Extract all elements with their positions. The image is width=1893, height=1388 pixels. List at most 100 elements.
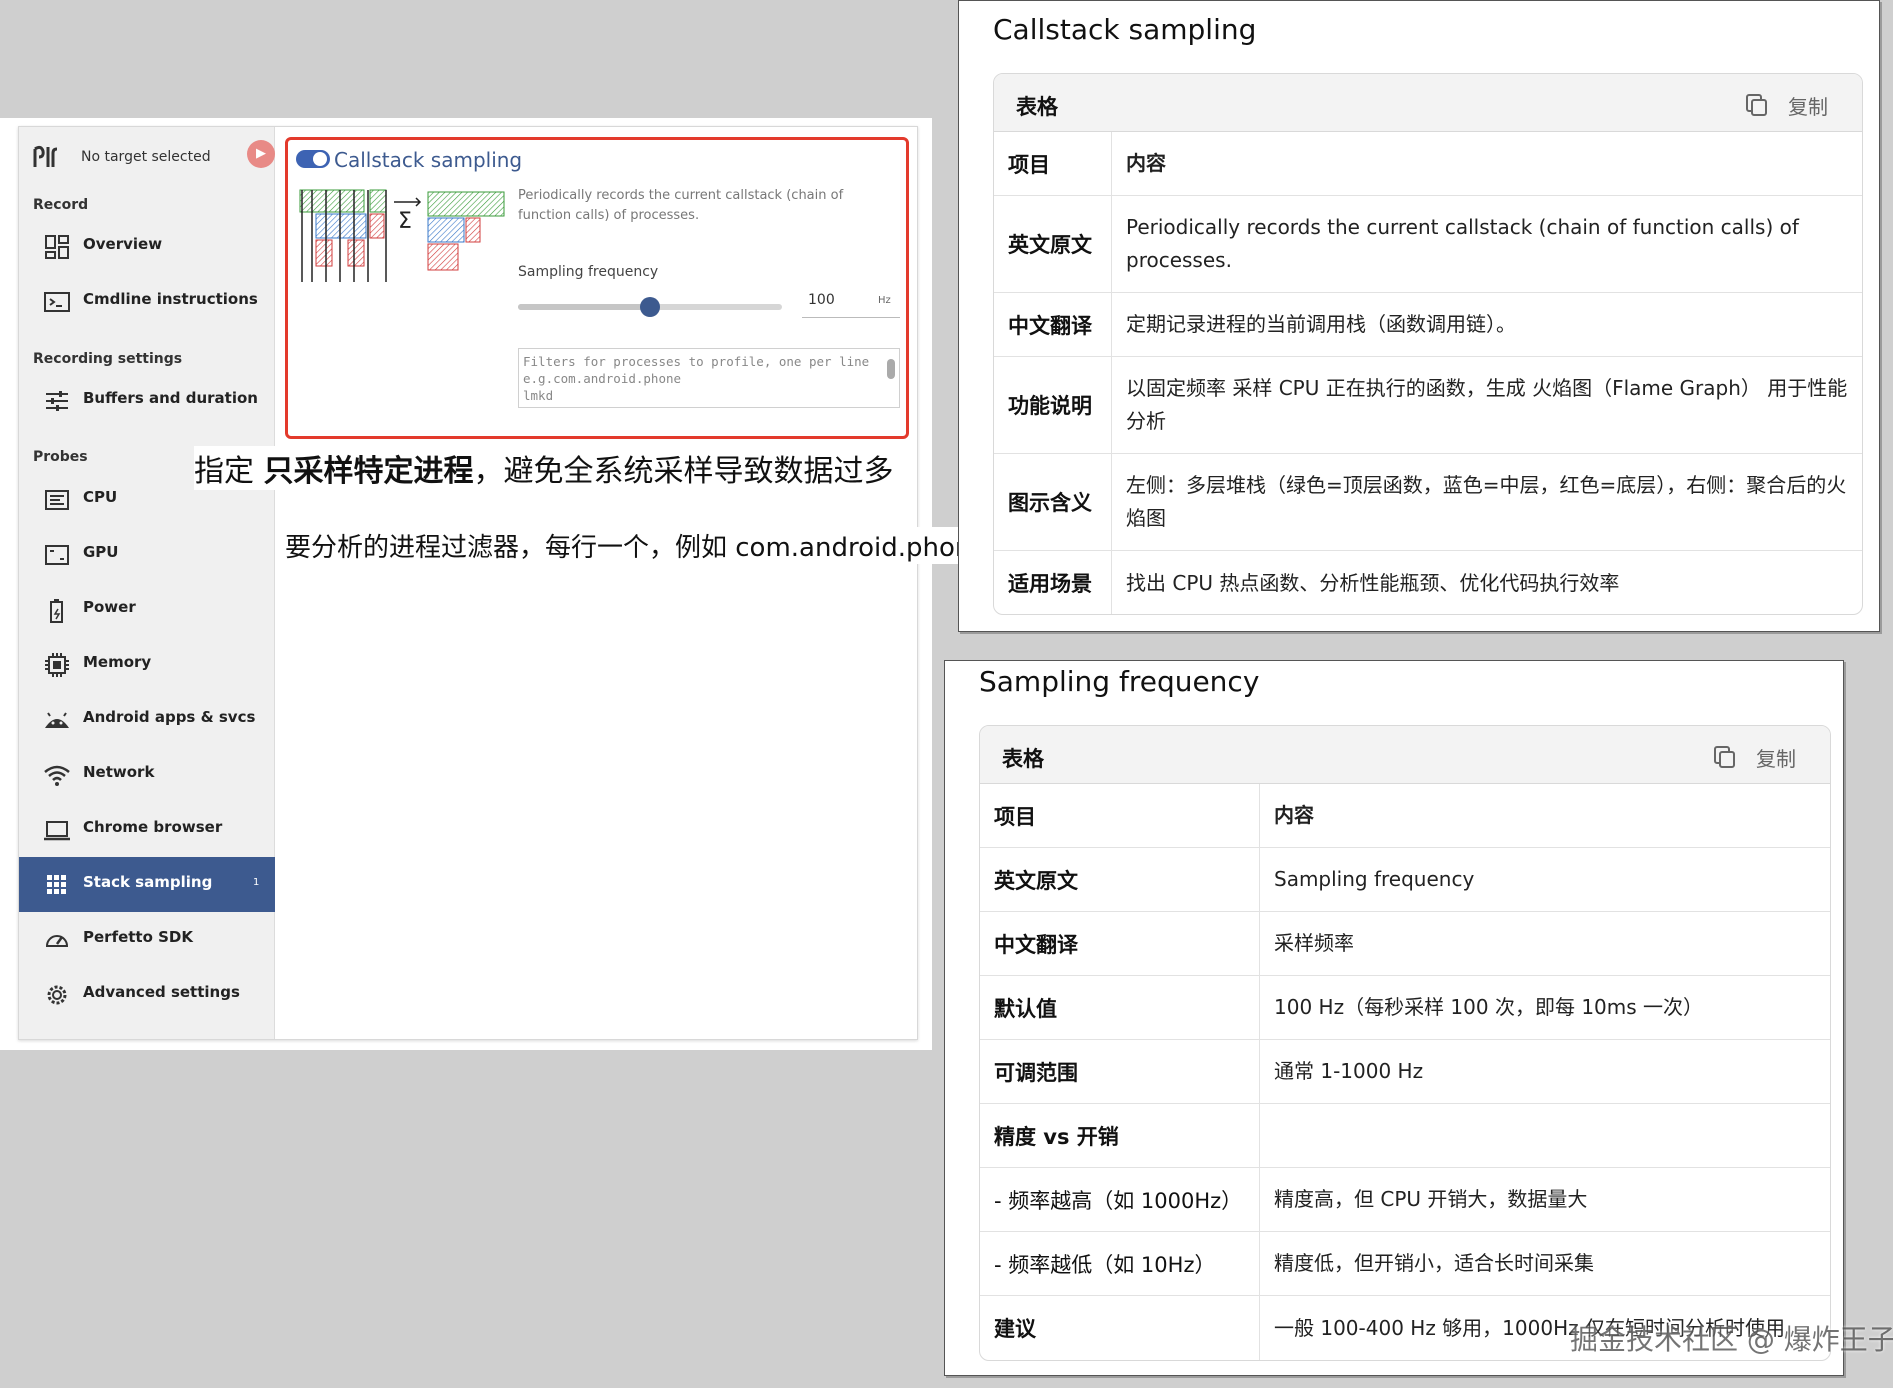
annotation-prefix: 指定 [194, 454, 264, 489]
slider-thumb[interactable] [640, 297, 660, 317]
table-cell-item: 英文原文 [994, 196, 1112, 292]
copy-button[interactable]: 复制 [1756, 743, 1796, 772]
sidebar-item-label: Chrome browser [83, 818, 223, 836]
sidebar-item-label: Network [83, 763, 155, 781]
table-row: 功能说明 以固定频率 采样 CPU 正在执行的函数，生成 火焰图（Flame Gr… [994, 357, 1862, 454]
table-cell-item: - 频率越高（如 1000Hz） [980, 1168, 1260, 1231]
table-cell-item: 项目 [980, 784, 1260, 847]
callstack-illustration: Σ [299, 189, 505, 282]
sidebar: No target selected ▶ Record Overview Cmd… [19, 127, 275, 1039]
annotation-suffix: ，避免全系统采样导致数据过多 [473, 454, 894, 489]
perfetto-window: No target selected ▶ Record Overview Cmd… [0, 118, 988, 1050]
sidebar-item-memory[interactable]: Memory [19, 637, 275, 692]
table-cell-item: 功能说明 [994, 357, 1112, 453]
sidebar-item-label: GPU [83, 543, 119, 561]
probe-description: Periodically records the current callsta… [518, 188, 844, 223]
sidebar-item-advanced[interactable]: Advanced settings [19, 967, 275, 1022]
table-cell-content: 内容 [1126, 151, 1166, 175]
table-cell-content: 定期记录进程的当前调用栈（函数调用链）。 [1126, 312, 1516, 336]
table-row: 图示含义 左侧：多层堆栈（绿色=顶层函数，蓝色=中层，红色=底层），右侧：聚合后的… [994, 454, 1862, 551]
panel-title: Sampling frequency [979, 665, 1260, 698]
sidebar-item-label: Advanced settings [83, 983, 240, 1001]
translation-table: 表格 复制 项目 内容 英文原文 Periodically records the c… [993, 73, 1863, 615]
sidebar-item-label: Stack sampling [83, 873, 213, 891]
table-row: 可调范围 通常 1-1000 Hz [980, 1040, 1830, 1104]
copy-button[interactable]: 复制 [1788, 91, 1828, 120]
probe-title: Callstack sampling [334, 148, 523, 172]
cpu-icon [45, 490, 69, 510]
table-row: 适用场景 找出 CPU 热点函数、分析性能瓶颈、优化代码执行效率 [994, 551, 1862, 614]
table-cell-item: 默认值 [980, 976, 1260, 1039]
table-cell-item: 建议 [980, 1296, 1260, 1360]
table-cell-content: 内容 [1274, 803, 1314, 827]
table-cell-item: - 频率越低（如 10Hz） [980, 1232, 1260, 1295]
callstack-sampling-probe: Callstack sampling Σ Periodically record… [285, 137, 909, 439]
android-icon [45, 712, 69, 728]
perfetto-record-page: No target selected ▶ Record Overview Cmd… [18, 126, 988, 1040]
slider-fill [518, 304, 650, 310]
sidebar-item-perfetto-sdk[interactable]: Perfetto SDK [19, 912, 275, 967]
sidebar-item-android[interactable]: Android apps & svcs [19, 692, 275, 747]
textarea-scrollbar[interactable] [887, 359, 895, 379]
sidebar-item-overview[interactable]: Overview [19, 219, 275, 274]
sidebar-item-label: CPU [83, 488, 118, 506]
start-recording-button[interactable]: ▶ [247, 140, 275, 168]
table-label: 表格 [1002, 747, 1044, 771]
section-record: Record [33, 197, 89, 213]
sidebar-item-label: Power [83, 598, 136, 616]
table-row: 默认值 100 Hz（每秒采样 100 次，即每 10ms 一次） [980, 976, 1830, 1040]
annotation-emphasis: 只采样特定进程 [263, 454, 474, 489]
sliders-icon [46, 391, 68, 411]
sampling-frequency-value: 100 [808, 292, 835, 308]
copy-icon[interactable] [1746, 94, 1767, 116]
sidebar-item-chrome[interactable]: Chrome browser [19, 802, 275, 857]
perfetto-logo-icon [33, 145, 58, 167]
table-cell-item: 中文翻译 [994, 293, 1112, 356]
memory-chip-icon [45, 653, 69, 677]
table-cell-item: 精度 vs 开销 [980, 1104, 1260, 1167]
translation-table: 表格 复制 项目 内容 英文原文 Sampling frequency 中文翻译 采样频率… [979, 725, 1831, 1361]
table-row: 英文原文 Sampling frequency [980, 848, 1830, 912]
gear-icon [47, 985, 67, 1005]
table-cell-content: Periodically records the current callsta… [1126, 215, 1799, 272]
table-row: 精度 vs 开销 [980, 1104, 1830, 1168]
table-cell-content: 100 Hz（每秒采样 100 次，即每 10ms 一次） [1274, 995, 1704, 1019]
table-cell-item: 项目 [994, 132, 1112, 195]
gauge-icon [45, 935, 69, 947]
stack-grid-icon [47, 875, 66, 894]
probe-enable-toggle[interactable] [296, 150, 330, 168]
table-cell-content [1260, 1104, 1830, 1167]
table-header-row: 项目 内容 [980, 784, 1830, 848]
sidebar-item-power[interactable]: Power [19, 582, 275, 637]
sampling-frequency-unit: Hz [878, 295, 891, 306]
grid-dashboard-icon [45, 235, 69, 259]
sidebar-item-buffers[interactable]: Buffers and duration [19, 373, 275, 428]
section-recording-settings: Recording settings [33, 351, 183, 367]
sidebar-item-label: Cmdline instructions [83, 290, 258, 308]
target-selector[interactable]: No target selected ▶ [31, 135, 275, 173]
annotation-filter-explanation: 要分析的进程过滤器，每行一个，例如 com.android.phone [285, 527, 988, 564]
sidebar-item-gpu[interactable]: GPU [19, 527, 275, 582]
sidebar-item-cmdline[interactable]: Cmdline instructions [19, 274, 275, 329]
annotation-filter-purpose: 指定 只采样特定进程，避免全系统采样导致数据过多 [194, 446, 894, 490]
process-filter-placeholder: Filters for processes to profile, one pe… [523, 354, 870, 403]
copy-icon[interactable] [1714, 746, 1735, 768]
table-row: 英文原文 Periodically records the current cal… [994, 196, 1862, 293]
battery-icon [50, 599, 63, 623]
table-label: 表格 [1016, 95, 1058, 119]
watermark: 掘金技术社区 @ 爆炸王子 [1570, 1323, 1893, 1356]
sidebar-item-label: Overview [83, 235, 163, 253]
process-filter-textarea[interactable]: Filters for processes to profile, one pe… [518, 348, 900, 408]
laptop-icon [44, 821, 70, 841]
table-cell-item: 中文翻译 [980, 912, 1260, 975]
table-body: 项目 内容 英文原文 Periodically records the current… [994, 132, 1862, 614]
table-cell-content: 精度低，但开销小，适合长时间采集 [1274, 1251, 1594, 1275]
sampling-frequency-panel: Sampling frequency 表格 复制 项目 内容 英文原文 Samplin… [944, 660, 1844, 1376]
panel-title: Callstack sampling [993, 13, 1257, 46]
sidebar-item-stack-sampling[interactable]: Stack sampling 1 [19, 857, 275, 912]
sidebar-item-network[interactable]: Network [19, 747, 275, 802]
sampling-frequency-input[interactable]: 100 Hz [802, 286, 900, 318]
sidebar-item-label: Memory [83, 653, 152, 671]
probe-count-badge: 1 [253, 877, 260, 888]
table-cell-item: 适用场景 [994, 551, 1112, 614]
